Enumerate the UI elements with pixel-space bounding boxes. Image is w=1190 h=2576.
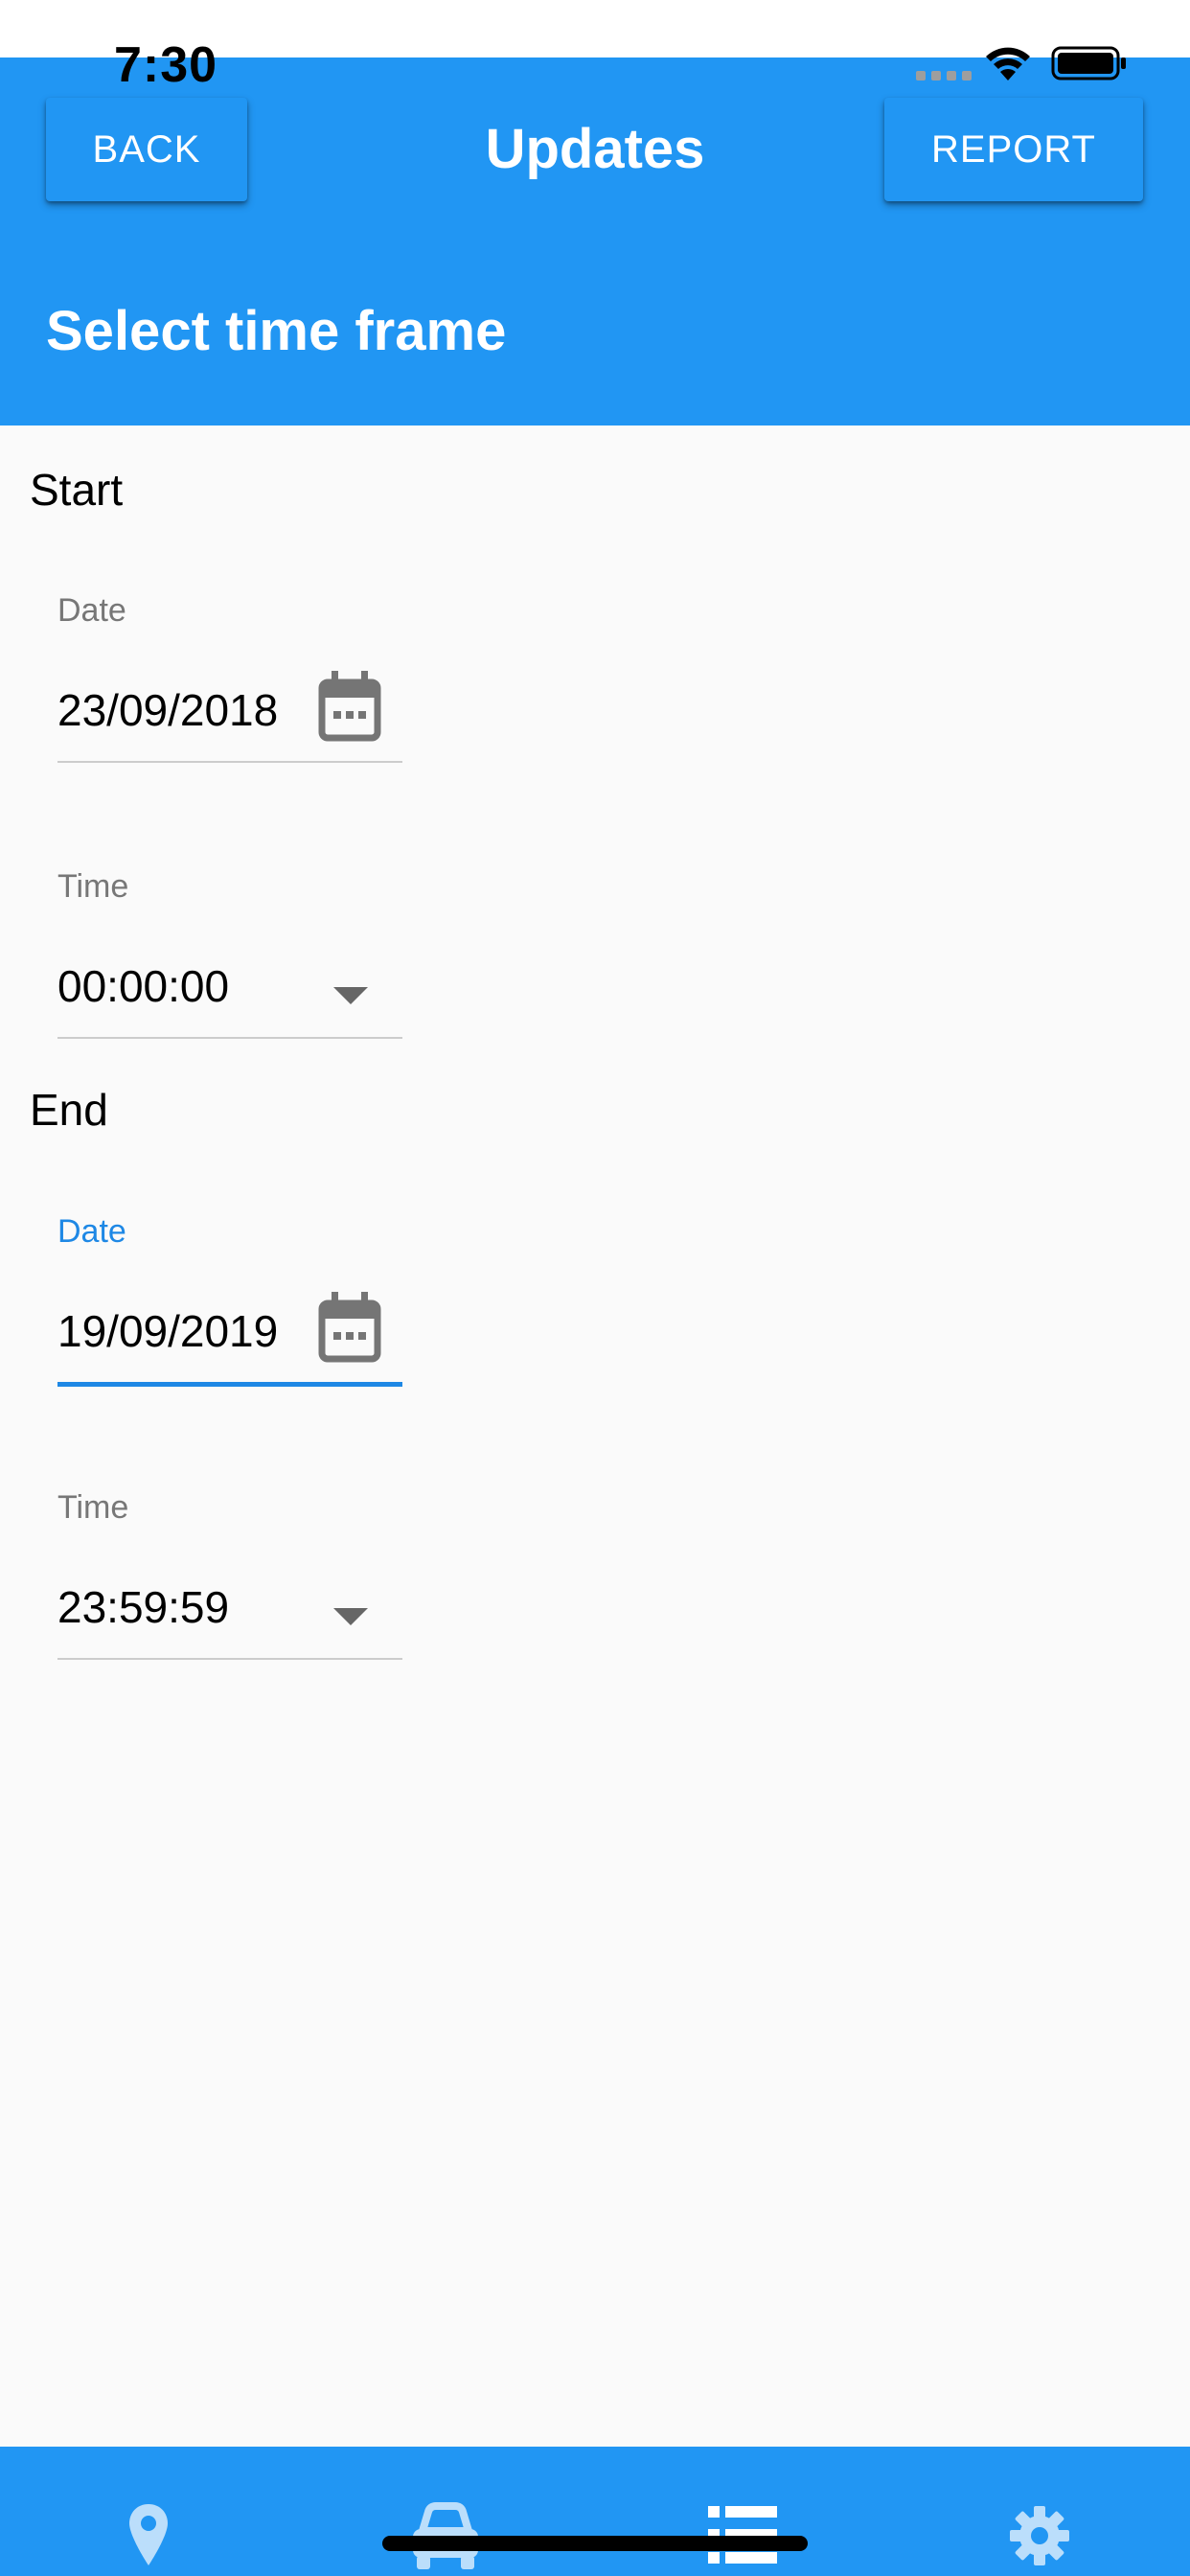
chevron-down-icon[interactable] — [332, 1604, 370, 1627]
start-time-underline — [57, 1037, 402, 1039]
gear-icon — [1010, 2506, 1069, 2565]
end-date-field[interactable]: Date 19/09/2019 — [57, 1213, 402, 1388]
end-date-value[interactable]: 19/09/2019 — [57, 1305, 278, 1357]
cellular-signal-icon — [916, 71, 972, 80]
end-section-label: End — [30, 1085, 108, 1135]
end-date-underline — [57, 1382, 402, 1387]
end-time-dropdown[interactable]: Time 23:59:59 — [57, 1489, 402, 1664]
tab-settings[interactable] — [891, 2447, 1188, 2576]
page-subtitle: Select time frame — [46, 300, 507, 362]
start-section-label: Start — [30, 465, 124, 515]
status-time: 7:30 — [114, 37, 218, 93]
home-indicator[interactable] — [382, 2536, 808, 2551]
chevron-down-icon[interactable] — [332, 983, 370, 1006]
wifi-icon — [986, 47, 1030, 80]
battery-icon — [1051, 46, 1126, 80]
start-date-value[interactable]: 23/09/2018 — [57, 684, 278, 736]
end-time-label: Time — [57, 1489, 129, 1526]
report-button[interactable]: REPORT — [884, 98, 1143, 201]
calendar-icon[interactable] — [316, 1290, 383, 1367]
start-date-field[interactable]: Date 23/09/2018 — [57, 592, 402, 767]
tab-updates[interactable] — [594, 2447, 891, 2576]
location-pin-icon — [129, 2504, 168, 2565]
start-time-dropdown[interactable]: Time 00:00:00 — [57, 868, 402, 1043]
start-date-label: Date — [57, 592, 126, 629]
end-time-value[interactable]: 23:59:59 — [57, 1581, 229, 1633]
end-time-underline — [57, 1658, 402, 1660]
start-time-label: Time — [57, 868, 129, 905]
start-date-underline — [57, 761, 402, 763]
end-date-label: Date — [57, 1213, 126, 1250]
back-button[interactable]: BACK — [46, 98, 247, 201]
tab-vehicles[interactable] — [297, 2447, 594, 2576]
calendar-icon[interactable] — [316, 669, 383, 746]
start-time-value[interactable]: 00:00:00 — [57, 960, 229, 1012]
app-header: BACK Updates REPORT Select time frame — [0, 58, 1190, 426]
tab-map[interactable] — [0, 2447, 297, 2576]
bottom-tab-bar — [0, 2447, 1190, 2576]
